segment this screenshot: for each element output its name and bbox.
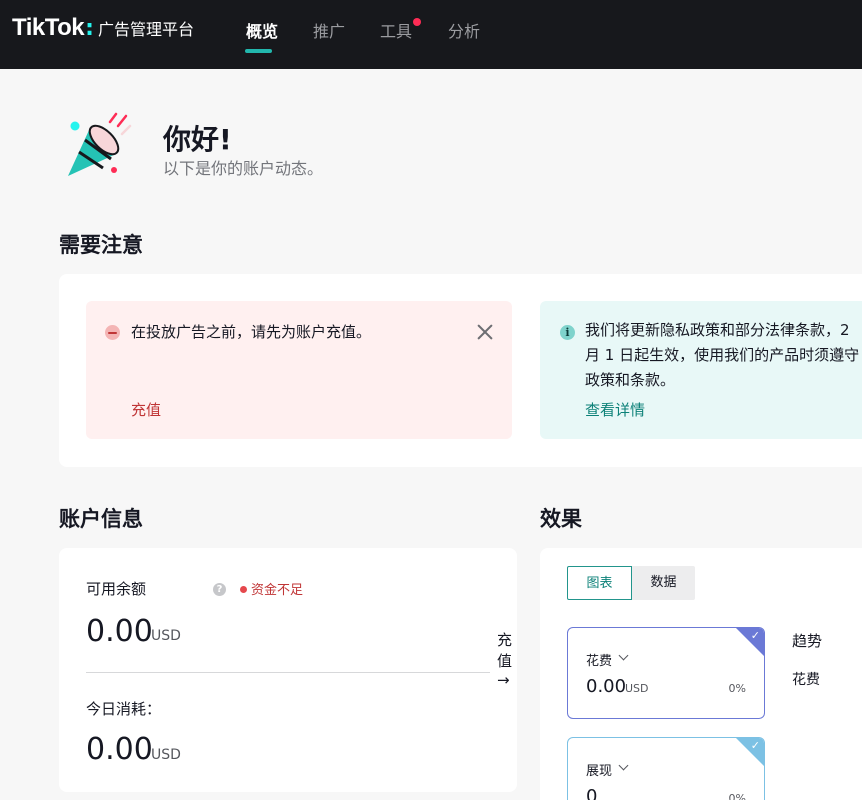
tab-campaigns[interactable]: 推广	[313, 18, 345, 42]
insufficient-funds-badge: 资金不足	[251, 583, 304, 598]
recharge-alert: 在投放广告之前，请先为账户充值。 充值	[86, 301, 512, 439]
tab-overview[interactable]: 概览	[246, 18, 278, 42]
chevron-down-icon[interactable]	[618, 650, 629, 661]
info-icon: i	[560, 325, 575, 340]
active-tab-indicator	[245, 49, 272, 53]
today-spend-currency: USD	[151, 747, 181, 763]
spend-metric-card[interactable]: ✓ 花费 0.00 USD 0%	[567, 627, 765, 719]
data-view-toggle[interactable]: 数据	[632, 566, 695, 600]
trend-title: 趋势	[792, 632, 823, 650]
greeting-title: 你好!	[163, 123, 232, 156]
account-card: 可用余额 ? 资金不足 0.00 USD 充值 → 今日消耗： 0.00 USD	[59, 548, 517, 792]
effect-section-title: 效果	[540, 507, 582, 531]
check-icon: ✓	[750, 739, 760, 752]
impressions-metric-percent: 0%	[728, 792, 746, 800]
view-details-link[interactable]: 查看详情	[585, 399, 645, 420]
chevron-down-icon[interactable]	[618, 760, 629, 771]
greeting-subtitle: 以下是你的账户动态。	[163, 159, 324, 178]
recharge-alert-message: 在投放广告之前，请先为账户充值。	[131, 323, 372, 341]
today-spend-label: 今日消耗：	[86, 700, 162, 718]
trend-metric-label: 花费	[792, 672, 820, 688]
spend-metric-label: 花费	[586, 654, 613, 669]
impressions-metric-value: 0	[586, 786, 598, 800]
spend-metric-value: 0.00	[586, 676, 627, 697]
spend-metric-percent: 0%	[728, 682, 746, 695]
error-minus-icon	[105, 325, 120, 340]
tiktok-ads-logo[interactable]: TikTok : 广告管理平台	[12, 14, 194, 42]
balance-label: 可用余额	[86, 580, 147, 598]
party-popper-icon	[68, 112, 132, 176]
close-icon[interactable]	[474, 321, 496, 343]
impressions-metric-label: 展现	[586, 764, 613, 779]
logo-product-name: 广告管理平台	[97, 20, 194, 39]
top-navigation-bar: TikTok : 广告管理平台 概览 推广 工具 分析	[0, 0, 862, 69]
attention-section-title: 需要注意	[59, 233, 143, 257]
chart-view-toggle[interactable]: 图表	[567, 566, 632, 600]
privacy-alert: i 我们将更新隐私政策和部分法律条款，2 月 1 日起生效，使用我们的产品时须遵…	[540, 301, 862, 439]
privacy-alert-line2: 月 1 日起生效，使用我们的产品时须遵守	[585, 346, 860, 364]
recharge-alert-link[interactable]: 充值	[131, 399, 161, 420]
tab-tools[interactable]: 工具	[380, 18, 412, 42]
account-divider	[86, 672, 490, 673]
help-icon[interactable]: ?	[213, 583, 226, 596]
logo-wordmark: TikTok	[12, 14, 85, 41]
privacy-alert-line1: 我们将更新隐私政策和部分法律条款，2	[585, 321, 850, 339]
privacy-alert-line3: 政策和条款。	[585, 371, 676, 389]
balance-currency: USD	[151, 628, 181, 644]
today-spend-value: 0.00	[86, 732, 153, 767]
check-icon: ✓	[750, 629, 760, 642]
account-section-title: 账户信息	[59, 507, 143, 531]
balance-value: 0.00	[86, 614, 153, 649]
spend-metric-unit: USD	[625, 682, 649, 695]
recharge-button[interactable]: 充值 →	[497, 629, 517, 689]
tools-notification-dot	[413, 18, 421, 26]
warning-dot	[240, 586, 247, 593]
logo-colon: :	[85, 16, 94, 41]
impressions-metric-card[interactable]: ✓ 展现 0 0%	[567, 737, 765, 800]
tab-analytics[interactable]: 分析	[448, 18, 480, 42]
